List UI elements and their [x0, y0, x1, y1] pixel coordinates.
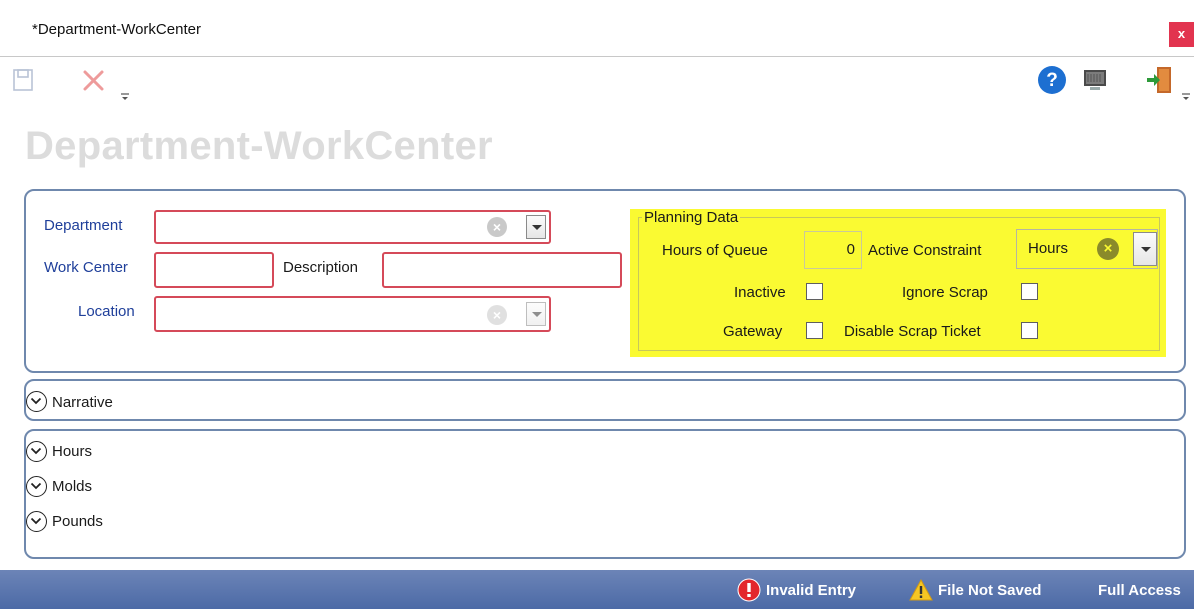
active-constraint-label: Active Constraint [868, 242, 982, 259]
hours-expand-icon[interactable] [26, 441, 47, 462]
molds-section-label[interactable]: Molds [52, 478, 92, 495]
inactive-label: Inactive [734, 284, 786, 301]
svg-text:?: ? [1046, 70, 1058, 91]
measures-panel [24, 429, 1186, 559]
help-icon[interactable]: ? [1036, 64, 1068, 96]
gateway-label: Gateway [723, 323, 783, 340]
monitor-icon[interactable] [1080, 66, 1110, 96]
toolbar [0, 57, 1194, 117]
inactive-checkbox[interactable] [806, 283, 823, 300]
description-label: Description [283, 259, 359, 276]
window-title: *Department-WorkCenter [32, 21, 201, 38]
invalid-entry-status: Invalid Entry [766, 582, 857, 599]
planning-data-title: Planning Data [642, 209, 741, 226]
error-icon [737, 578, 761, 602]
location-dropdown-button[interactable] [526, 302, 546, 326]
work-center-label: Work Center [44, 259, 128, 276]
gateway-checkbox[interactable] [806, 322, 823, 339]
work-center-field[interactable] [154, 252, 274, 288]
full-access-status: Full Access [1098, 582, 1181, 599]
save-icon[interactable] [10, 66, 38, 94]
location-label: Location [78, 303, 135, 320]
disable-scrap-ticket-label: Disable Scrap Ticket [844, 323, 981, 340]
active-constraint-value: Hours [1028, 240, 1069, 257]
department-dropdown-button[interactable] [526, 215, 546, 239]
ignore-scrap-checkbox[interactable] [1021, 283, 1038, 300]
narrative-section-label[interactable]: Narrative [52, 394, 113, 411]
file-not-saved-status: File Not Saved [938, 582, 1042, 599]
toolbar-overflow-icon-right[interactable] [1181, 88, 1191, 100]
department-clear-icon[interactable]: × [487, 217, 507, 237]
pounds-section-label[interactable]: Pounds [52, 513, 103, 530]
close-button[interactable]: x [1169, 22, 1194, 47]
narrative-panel [24, 379, 1186, 421]
exit-icon[interactable] [1144, 64, 1176, 96]
hours-section-label[interactable]: Hours [52, 443, 92, 460]
narrative-expand-icon[interactable] [26, 391, 47, 412]
hours-of-queue-value: 0 [846, 241, 855, 258]
molds-expand-icon[interactable] [26, 476, 47, 497]
department-label: Department [44, 217, 123, 234]
hours-of-queue-label: Hours of Queue [662, 242, 768, 259]
ignore-scrap-label: Ignore Scrap [902, 284, 988, 301]
active-constraint-clear-icon[interactable]: × [1097, 238, 1119, 260]
toolbar-overflow-icon[interactable] [120, 88, 130, 100]
location-clear-icon[interactable]: × [487, 305, 507, 325]
warning-icon [909, 578, 933, 601]
description-field[interactable] [382, 252, 622, 288]
disable-scrap-ticket-checkbox[interactable] [1021, 322, 1038, 339]
hours-of-queue-input[interactable]: 0 [804, 231, 862, 269]
page-title: Department-WorkCenter [25, 124, 493, 168]
active-constraint-dropdown-button[interactable] [1133, 232, 1157, 266]
delete-icon[interactable] [80, 66, 108, 94]
pounds-expand-icon[interactable] [26, 511, 47, 532]
